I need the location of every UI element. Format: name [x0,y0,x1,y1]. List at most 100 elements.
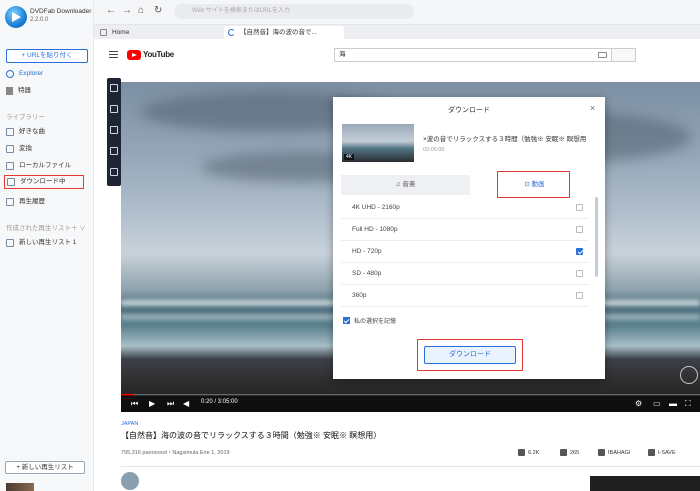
quality-checkbox[interactable] [576,292,583,299]
sidebar-item-convert[interactable]: 変換 [6,143,88,155]
quality-option[interactable]: 360p [341,285,589,307]
quality-option[interactable]: 4K UHD - 2160p [341,197,589,219]
sidebar: DVDFab Downloader 2.2.0.0 + URLを貼り付く Exp… [0,0,94,491]
remember-label: 私の選択を記憶 [354,319,397,325]
location-tag[interactable]: JAPAN [121,421,138,427]
youtube-logo-icon[interactable] [127,50,141,60]
dialog-title: ダウンロード [448,107,490,114]
playlist-icon [6,239,14,247]
next-icon[interactable]: ⏭ [167,399,174,409]
save-button[interactable]: I-SAVE [648,449,676,456]
library-section-label: ライブラリー [6,114,45,121]
share-icon [598,449,605,456]
action-label: IBAHAGI [608,449,631,456]
convert-icon [6,145,14,153]
tab-label: 【自然音】海の波の音で... [240,29,317,36]
sidebar-item-label: 特器 [18,87,31,94]
refresh-icon[interactable]: ↻ [154,5,162,16]
video-meta: 795,316 panonood・Nagsimula Ene 1, 2019 [121,450,230,456]
folder-icon [6,162,14,170]
share-button[interactable]: IBAHAGI [598,449,630,456]
dislike-button[interactable]: 265 [560,449,579,456]
now-playing-thumbnail[interactable] [6,483,34,491]
tab-strip: Home 【自然音】海の波の音で... [94,25,700,39]
video-tab-highlight [497,171,570,198]
back-icon[interactable]: ← [106,5,116,16]
remember-checkbox[interactable] [343,317,350,324]
globe-icon [6,70,14,78]
download-icon[interactable] [110,168,118,176]
remember-choice[interactable]: 私の選択を記憶 [343,316,396,325]
channel-avatar[interactable] [121,472,139,490]
address-bar[interactable]: Web サイトを検索またはURLを入力 [174,4,414,19]
divider [121,466,700,467]
download-icon [7,178,15,186]
video-title: 【自然音】海の波の音でリラックスする３時間（勉強※ 安眠※ 瞑想用） [121,431,382,440]
browser-toolbar: ← → ⌂ ↻ Web サイトを検索またはURLを入力 [94,0,700,25]
quality-checkbox[interactable] [576,248,583,255]
music-list-icon [6,128,14,136]
paste-url-button[interactable]: + URLを貼り付く [6,49,88,63]
channel-watermark-icon[interactable] [680,366,698,384]
menu-icon[interactable] [109,51,118,58]
app-name: DVDFab Downloader [30,8,92,15]
app-logo-icon [5,6,27,28]
new-playlist-button[interactable]: + 新しい再生リスト [5,461,85,474]
settings-icon[interactable]: ⚙ [635,399,642,408]
notes-icon[interactable] [110,126,118,134]
tab-audio[interactable]: ♫ 音楽 [341,175,470,195]
sidebar-item-playlist[interactable]: 新しい再生リスト 1 [6,237,88,249]
screenshot-icon[interactable] [110,84,118,92]
list-icon[interactable] [110,105,118,113]
youtube-logo-text[interactable]: YouTube [143,50,174,59]
previous-icon[interactable]: ⏮ [131,399,138,409]
sidebar-item-featured[interactable]: 特器 [6,85,88,97]
tab-home[interactable]: Home [96,26,216,39]
action-label: 6.2K [528,449,540,456]
sidebar-item-label: Explorer [19,70,44,77]
tab-video[interactable]: 【自然音】海の波の音で... [224,26,344,39]
sidebar-item-label: ローカルファイル [19,162,71,169]
quality-option[interactable]: Full HD - 1080p [341,219,589,241]
quality-checkbox[interactable] [576,270,583,277]
dialog-scrollbar[interactable] [595,197,598,277]
dialog-video-title: ×波の音でリラックスする３時間（勉強※ 安眠※ 瞑想用 [423,136,587,143]
theater-icon[interactable]: ▬ [669,399,677,408]
like-button[interactable]: 6.2K [518,449,539,456]
miniplayer-icon[interactable]: ▭ [653,399,661,408]
save-icon [648,449,655,456]
volume-icon[interactable]: ◀ [183,399,189,408]
close-icon[interactable]: × [590,103,595,113]
sidebar-item-explorer[interactable]: Explorer [6,68,88,80]
music-icon[interactable] [110,147,118,155]
keyboard-icon[interactable] [598,52,607,58]
quality-option[interactable]: SD - 480p [341,263,589,285]
home-icon[interactable]: ⌂ [138,5,144,16]
video-thumbnail: 4K [342,124,414,162]
loading-icon [228,29,235,36]
history-icon [6,198,14,206]
thumbs-down-icon [560,449,567,456]
quality-label: HD - 720p [352,248,382,255]
fullscreen-icon[interactable]: ⛶ [685,399,691,409]
action-label: I-SAVE [658,449,676,456]
quality-option[interactable]: HD - 720p [341,241,589,263]
download-button[interactable]: ダウンロード [424,346,516,364]
sidebar-item-label: 好きな曲 [19,128,45,135]
sidebar-item-history[interactable]: 再生履歴 [6,196,88,208]
youtube-search-button[interactable] [612,48,636,62]
playlist-section-label[interactable]: 作成された再生リスト＋ ∨ [6,222,86,232]
forward-icon[interactable]: → [122,5,132,16]
quality-checkbox[interactable] [576,204,583,211]
sidebar-item-local-files[interactable]: ローカルファイル [6,160,88,172]
quality-label: SD - 480p [352,270,382,277]
youtube-search-input[interactable]: 海 [334,48,612,62]
sidebar-item-favorites[interactable]: 好きな曲 [6,126,88,138]
quality-checkbox[interactable] [576,226,583,233]
related-video-thumbnail[interactable] [590,476,700,491]
time-display: 0:20 / 3:05:00 [201,399,238,405]
dialog-video-duration: 03:05:00 [423,147,445,153]
play-icon[interactable]: ▶ [149,399,155,408]
sidebar-item-downloading[interactable]: ダウンロード中 [4,175,84,189]
sidebar-item-label: 新しい再生リスト 1 [19,239,77,246]
